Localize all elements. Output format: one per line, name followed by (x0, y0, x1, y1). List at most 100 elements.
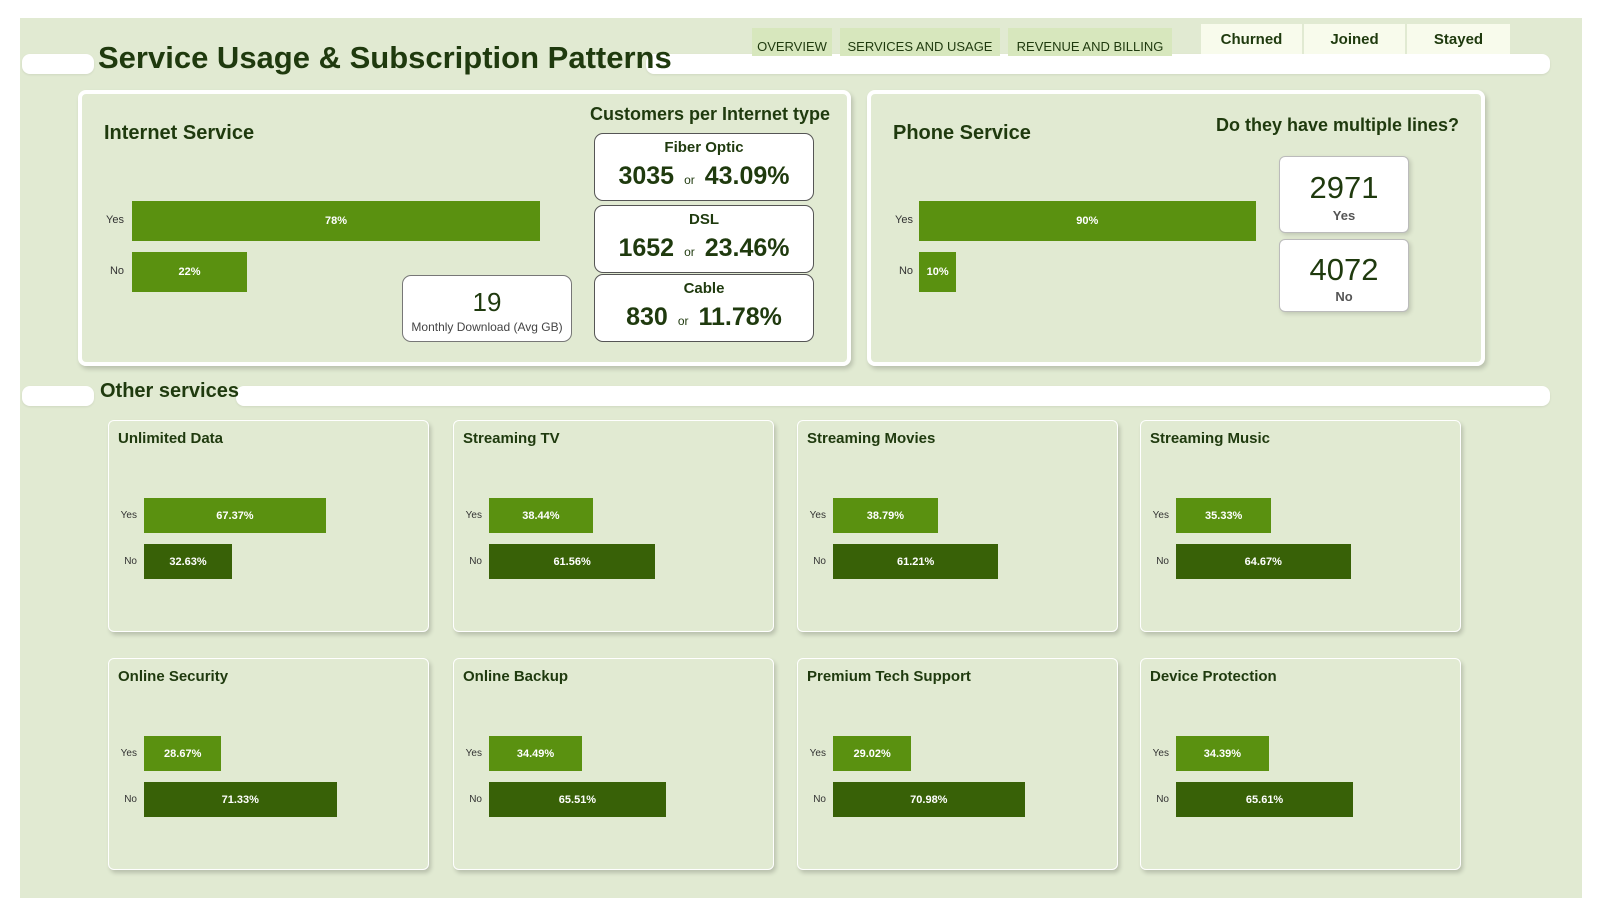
multiple-lines-yes-value: 2971 (1309, 170, 1379, 205)
fiber-optic-card: Fiber Optic 3035 or 43.09% (594, 133, 814, 201)
online-backup-title: Online Backup (463, 668, 569, 685)
streaming-tv-card: Streaming TV Yes 38.44% No 61.56% (453, 420, 774, 632)
tab-revenue-and-billing[interactable]: REVENUE AND BILLING (1008, 28, 1172, 56)
phone-yes-label: Yes (895, 214, 913, 226)
dsl-count: 1652 (618, 234, 675, 262)
unlimited-data-no-value: 32.63% (169, 555, 207, 568)
device-protection-yes-label: Yes (1152, 748, 1169, 759)
internet-yes-label: Yes (106, 214, 124, 226)
filter-churned-button[interactable]: Churned (1201, 24, 1304, 54)
avg-download-label: Monthly Download (Avg GB) (411, 320, 563, 334)
streaming-music-card: Streaming Music Yes 35.33% No 64.67% (1140, 420, 1461, 632)
online-backup-card: Online Backup Yes 34.49% No 65.51% (453, 658, 774, 870)
premium-tech-support-no-bar: 70.98% (833, 782, 1025, 817)
premium-tech-support-no-label: No (813, 794, 826, 805)
device-protection-card: Device Protection Yes 34.39% No 65.61% (1140, 658, 1461, 870)
unlimited-data-card: Unlimited Data Yes 67.37% No 32.63% (108, 420, 429, 632)
online-backup-yes-value: 34.49% (516, 747, 555, 760)
device-protection-yes-bar: 34.39% (1176, 736, 1269, 771)
online-security-title: Online Security (118, 668, 229, 685)
tab-services-and-usage[interactable]: SERVICES AND USAGE (840, 28, 1000, 56)
internet-yes-bar-value: 78% (324, 215, 347, 227)
streaming-music-no-label: No (1156, 556, 1169, 567)
unlimited-data-yes-value: 67.37% (216, 509, 254, 522)
online-backup-no-bar: 65.51% (489, 782, 666, 817)
cable-card: Cable 830 or 11.78% (594, 274, 814, 342)
phone-no-label: No (898, 265, 913, 277)
status-filter: Churned Joined Stayed (1201, 24, 1510, 54)
tab-overview[interactable]: OVERVIEW (752, 28, 832, 56)
cable-percent: 11.78% (698, 303, 782, 331)
premium-tech-support-no-value: 70.98% (910, 793, 948, 806)
phone-service-panel: Phone Service Yes No 90% 10% Do they hav… (867, 90, 1485, 366)
section-divider-right (236, 386, 1550, 406)
avg-download-value: 19 (472, 287, 502, 317)
device-protection-yes-value: 34.39% (1203, 747, 1242, 760)
phone-no-bar-value: 10% (926, 266, 949, 278)
device-protection-no-bar: 65.61% (1176, 782, 1354, 817)
dsl-card: DSL 1652 or 23.46% (594, 205, 814, 273)
streaming-music-title: Streaming Music (1150, 430, 1271, 447)
multiple-lines-no-card: 4072 No (1279, 239, 1409, 312)
streaming-movies-title: Streaming Movies (807, 430, 936, 447)
streaming-music-yes-label: Yes (1152, 510, 1169, 521)
fiber-optic-percent: 43.09% (704, 162, 790, 190)
streaming-movies-no-bar: 61.21% (833, 544, 999, 579)
fiber-optic-count: 3035 (618, 162, 675, 190)
internet-no-bar-value: 22% (178, 266, 201, 278)
fiber-optic-label: Fiber Optic (664, 139, 744, 156)
internet-no-bar: 22% (132, 252, 248, 292)
multiple-lines-no-value: 4072 (1309, 252, 1379, 287)
filter-joined-button[interactable]: Joined (1304, 24, 1407, 54)
phone-no-bar: 10% (919, 252, 957, 292)
streaming-music-yes-bar: 35.33% (1176, 498, 1272, 533)
streaming-music-no-bar: 64.67% (1176, 544, 1351, 579)
streaming-music-yes-value: 35.33% (1205, 509, 1243, 522)
phone-yes-bar: 90% (919, 201, 1256, 241)
streaming-movies-yes-label: Yes (809, 510, 826, 521)
cable-or: or (677, 314, 689, 328)
online-security-yes-bar: 28.67% (144, 736, 222, 771)
dsl-label: DSL (689, 211, 719, 228)
unlimited-data-title: Unlimited Data (118, 430, 224, 447)
online-backup-no-value: 65.51% (558, 793, 597, 806)
section-divider-left (22, 386, 94, 406)
header-divider-left (22, 54, 94, 74)
multiple-lines-yes-card: 2971 Yes (1279, 156, 1409, 233)
fiber-optic-or: or (684, 173, 695, 187)
streaming-tv-yes-value: 38.44% (522, 509, 560, 522)
header-divider-right (646, 54, 1550, 74)
premium-tech-support-yes-value: 29.02% (853, 747, 891, 760)
device-protection-no-value: 65.61% (1245, 793, 1284, 806)
streaming-tv-yes-label: Yes (465, 510, 482, 521)
streaming-tv-yes-bar: 38.44% (489, 498, 593, 533)
dashboard-canvas: Service Usage & Subscription Patterns OV… (20, 18, 1582, 898)
filter-stayed-button[interactable]: Stayed (1407, 24, 1510, 54)
online-security-yes-label: Yes (120, 748, 137, 759)
online-backup-yes-label: Yes (465, 748, 482, 759)
internet-yes-bar: 78% (132, 201, 540, 241)
online-backup-no-label: No (469, 794, 482, 805)
premium-tech-support-card: Premium Tech Support Yes 29.02% No 70.98% (797, 658, 1118, 870)
streaming-music-no-value: 64.67% (1244, 555, 1282, 568)
streaming-movies-no-value: 61.21% (896, 555, 935, 568)
online-security-no-label: No (124, 794, 137, 805)
streaming-tv-no-label: No (469, 556, 482, 567)
other-services-title: Other services (100, 380, 239, 402)
online-security-card: Online Security Yes 28.67% No 71.33% (108, 658, 429, 870)
streaming-tv-title: Streaming TV (463, 430, 560, 447)
device-protection-title: Device Protection (1150, 668, 1277, 685)
unlimited-data-no-label: No (124, 556, 137, 567)
internet-service-title: Internet Service (104, 122, 255, 144)
internet-service-panel: Internet Service Yes No 78% 22% 19 Month… (78, 90, 851, 366)
premium-tech-support-yes-label: Yes (809, 748, 826, 759)
dsl-percent: 23.46% (704, 234, 790, 262)
streaming-movies-yes-bar: 38.79% (833, 498, 938, 533)
internet-no-label: No (109, 265, 124, 277)
online-security-no-value: 71.33% (221, 793, 259, 806)
unlimited-data-yes-bar: 67.37% (144, 498, 326, 533)
streaming-movies-no-label: No (813, 556, 826, 567)
online-security-yes-value: 28.67% (164, 747, 202, 760)
phone-service-title: Phone Service (893, 122, 1031, 144)
internet-types-title: Customers per Internet type (590, 104, 831, 124)
